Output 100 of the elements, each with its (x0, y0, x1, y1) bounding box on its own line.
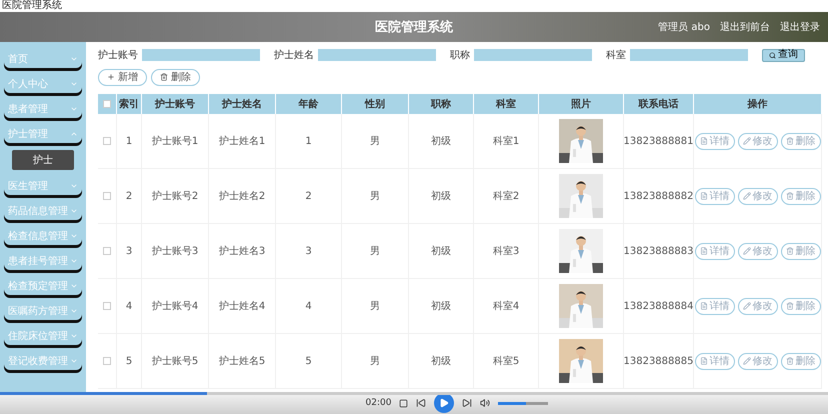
play-button[interactable] (434, 393, 454, 413)
search-icon (769, 52, 776, 58)
trash-icon (160, 73, 168, 81)
table-cell: 3 (126, 246, 132, 256)
search-field[interactable] (630, 49, 748, 61)
column-header: 照片 (539, 94, 624, 114)
chevron-icon (70, 182, 78, 190)
row-checkbox[interactable] (103, 192, 111, 200)
edit-button[interactable]: 修改 (738, 132, 778, 150)
delete-button[interactable]: 删除 (780, 298, 820, 314)
table-cell: 1 (126, 136, 132, 146)
column-header: 操作 (694, 94, 822, 114)
next-button[interactable] (462, 398, 472, 408)
chevron-icon (70, 332, 78, 340)
delete-button[interactable]: 删除 (780, 132, 820, 150)
column-header: 联系电话 (624, 94, 694, 114)
table-cell-text: 男 (370, 300, 380, 313)
search-field[interactable] (318, 49, 436, 61)
header-link[interactable]: 退出到前台 (720, 20, 770, 34)
pencil-icon (742, 302, 750, 310)
table-cell-text: 科室4 (492, 300, 520, 313)
row-checkbox[interactable] (103, 137, 111, 145)
play-icon (439, 398, 450, 408)
progress-track[interactable] (0, 392, 828, 395)
table-cell: 3 (305, 246, 312, 256)
table-cell-text: 护士账号5 (152, 354, 198, 368)
chevron-icon (70, 232, 78, 240)
detail-button[interactable]: 详情 (694, 132, 734, 150)
edit-button[interactable]: 修改 (738, 242, 778, 260)
row-checkbox[interactable] (103, 357, 111, 365)
table-cell-text: 护士账号1 (152, 134, 198, 148)
delete-button[interactable]: 删除 (151, 68, 200, 86)
chevron-icon (70, 207, 78, 215)
detail-button[interactable]: 详情 (694, 188, 734, 204)
table-cell-text: 护士姓名2 (218, 190, 266, 203)
table-cell-text: 男 (370, 190, 380, 203)
search-button[interactable]: 查询 (762, 48, 805, 62)
volume-button[interactable] (480, 398, 490, 408)
edit-button[interactable]: 修改 (738, 188, 778, 204)
table-cell: 13823888884 (624, 300, 694, 312)
header-link[interactable]: 退出登录 (780, 20, 820, 34)
detail-button[interactable]: 详情 (694, 298, 734, 314)
table-cell-text: 科室3 (492, 244, 520, 258)
table-cell-text: 护士姓名1 (218, 134, 266, 148)
delete-button[interactable]: 删除 (780, 352, 820, 370)
detail-button[interactable]: 详情 (694, 242, 734, 260)
column-header: 年龄 (276, 94, 342, 114)
field-label: 护士账号 (98, 48, 138, 62)
document-icon (700, 137, 708, 145)
document-icon (700, 192, 708, 200)
table-cell: 1 (305, 136, 312, 146)
previous-button[interactable] (416, 398, 426, 408)
table-cell-text: 初级 (431, 300, 451, 313)
table-cell-text: 初级 (431, 244, 451, 258)
table-cell: 13823888885 (624, 356, 694, 366)
table-cell-text: 男 (370, 135, 380, 148)
trash-icon (786, 247, 794, 255)
column-header: 索引 (117, 94, 142, 114)
table-cell-text: 护士账号4 (152, 300, 198, 313)
table-cell: 4 (305, 300, 312, 312)
edit-button[interactable]: 修改 (738, 352, 778, 370)
table-cell: 5 (126, 356, 132, 366)
delete-button[interactable]: 删除 (780, 242, 820, 260)
field-label: 职称 (450, 49, 470, 62)
document-icon (700, 247, 708, 255)
table-cell-text: 护士姓名3 (218, 244, 266, 258)
delete-button[interactable]: 删除 (780, 188, 820, 204)
pencil-icon (742, 357, 750, 365)
chevron-icon (70, 55, 78, 63)
detail-button[interactable]: 详情 (694, 352, 734, 370)
column-header: 护士账号 (142, 94, 209, 114)
table-cell-text: 初级 (431, 354, 451, 368)
chevron-icon (70, 307, 78, 315)
table-cell: 2 (305, 190, 312, 202)
table-cell: 5 (305, 356, 312, 366)
select-all-checkbox[interactable] (103, 100, 111, 108)
search-field[interactable] (474, 49, 592, 61)
chevron-icon (70, 105, 78, 113)
table-cell-text: 护士姓名5 (218, 354, 266, 368)
add-button[interactable]: 新增 (98, 68, 147, 86)
submenu-item[interactable]: 护士 (12, 150, 74, 170)
row-checkbox[interactable] (103, 302, 111, 310)
table-cell-text: 男 (370, 355, 380, 368)
table-cell-text: 男 (370, 245, 380, 258)
skip-back-icon (416, 398, 426, 408)
edit-button[interactable]: 修改 (738, 298, 778, 314)
table-cell-text: 护士姓名4 (218, 300, 266, 313)
table-cell: 13823888882 (624, 190, 694, 202)
document-icon (700, 302, 708, 310)
column-header: 科室 (474, 94, 539, 114)
search-field[interactable] (142, 49, 260, 61)
row-checkbox[interactable] (103, 247, 111, 255)
user-label: 管理员 abo (658, 21, 710, 34)
plus-icon (107, 73, 115, 81)
table-cell-text: 护士账号3 (152, 244, 198, 258)
stop-button[interactable] (399, 398, 408, 408)
volume-slider[interactable] (498, 402, 548, 404)
pencil-icon (742, 137, 750, 145)
pencil-icon (742, 247, 750, 255)
chevron-icon (70, 80, 78, 88)
